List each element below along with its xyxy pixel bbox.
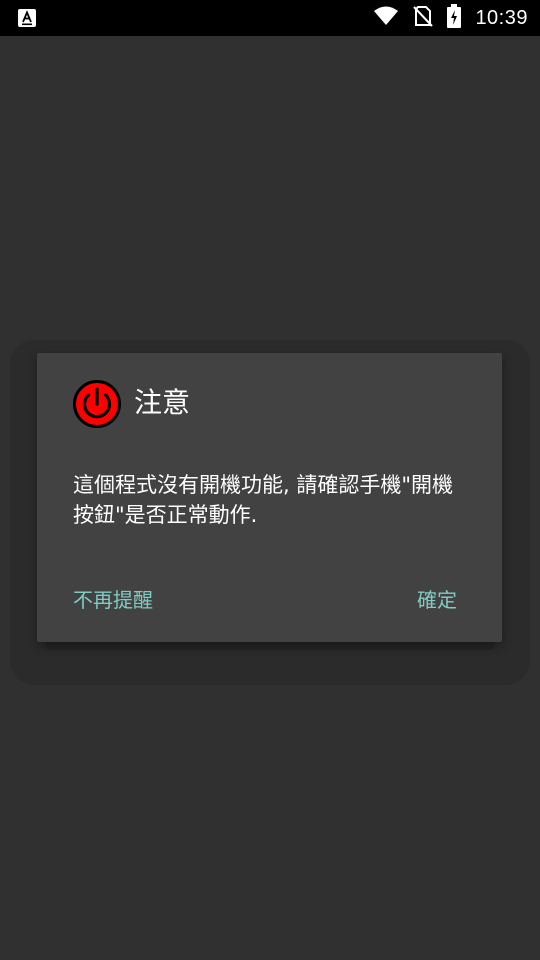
dialog-title: 注意	[134, 386, 191, 419]
alert-dialog: 注意 這個程式沒有開機功能, 請確認手機"開機按鈕"是否正常動作. 不再提醒 確…	[37, 353, 502, 642]
dialog-message: 這個程式沒有開機功能, 請確認手機"開機按鈕"是否正常動作.	[73, 473, 454, 527]
dont-remind-button[interactable]: 不再提醒	[73, 583, 153, 617]
clock: 10:39	[475, 6, 528, 29]
confirm-button[interactable]: 確定	[417, 583, 457, 617]
notification-a-icon	[18, 9, 36, 27]
no-sim-icon	[413, 5, 434, 31]
status-bar: 10:39	[0, 0, 540, 36]
power-icon	[73, 380, 121, 428]
battery-charging-icon	[447, 4, 462, 32]
wifi-icon	[373, 6, 399, 30]
